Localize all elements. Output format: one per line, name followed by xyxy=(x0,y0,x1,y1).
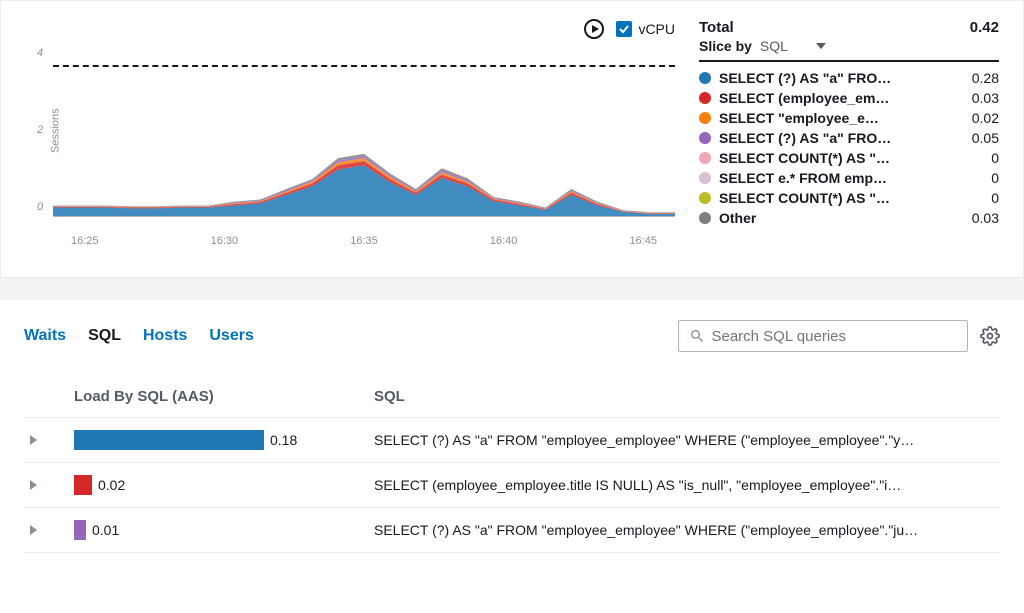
chart-panel: vCPU Sessions 4 2 0 16:25 16:30 16:35 xyxy=(0,0,1024,278)
legend-value: 0 xyxy=(991,150,999,166)
header-load: Load By SQL (AAS) xyxy=(74,388,374,405)
legend-text: SELECT COUNT(*) AS "… xyxy=(719,150,890,166)
legend-value: 0.03 xyxy=(972,210,999,226)
table-header: Load By SQL (AAS) SQL xyxy=(24,376,1000,418)
chart-left: vCPU Sessions 4 2 0 16:25 16:30 16:35 xyxy=(25,19,675,247)
legend-value: 0.28 xyxy=(972,70,999,86)
legend-text: SELECT (employee_em… xyxy=(719,90,889,106)
expand-caret-icon[interactable] xyxy=(30,480,37,490)
sql-cell[interactable]: SELECT (?) AS "a" FROM "employee_employe… xyxy=(374,522,1000,538)
legend-value: 0.03 xyxy=(972,90,999,106)
sql-panel: Waits SQL Hosts Users Load By SQL (AAS) … xyxy=(0,300,1024,573)
legend-item[interactable]: SELECT (?) AS "a" FRO… 0.05 xyxy=(699,130,999,146)
vcpu-label: vCPU xyxy=(638,21,675,37)
legend-text: SELECT e.* FROM emp… xyxy=(719,170,887,186)
legend-dot-icon xyxy=(699,172,711,184)
legend-dot-icon xyxy=(699,212,711,224)
chart-plot xyxy=(53,47,675,217)
load-value: 0.01 xyxy=(92,522,119,538)
legend-item[interactable]: SELECT (?) AS "a" FRO… 0.28 xyxy=(699,70,999,86)
x-ticks: 16:25 16:30 16:35 16:40 16:45 xyxy=(53,235,675,247)
tab-hosts[interactable]: Hosts xyxy=(143,327,187,345)
load-bar xyxy=(74,430,264,450)
total-value: 0.42 xyxy=(970,19,999,36)
sql-cell[interactable]: SELECT (employee_employee.title IS NULL)… xyxy=(374,477,1000,493)
gear-icon[interactable] xyxy=(980,326,1000,346)
sql-cell[interactable]: SELECT (?) AS "a" FROM "employee_employe… xyxy=(374,432,1000,448)
total-label: Total xyxy=(699,19,734,36)
legend-dot-icon xyxy=(699,72,711,84)
vcpu-checkbox[interactable]: vCPU xyxy=(616,21,675,37)
legend-text: Other xyxy=(719,210,756,226)
legend-text: SELECT COUNT(*) AS "… xyxy=(719,190,890,206)
table-row: 0.18 SELECT (?) AS "a" FROM "employee_emp… xyxy=(24,418,1000,463)
legend-dot-icon xyxy=(699,192,711,204)
expand-caret-icon[interactable] xyxy=(30,525,37,535)
legend-dot-icon xyxy=(699,152,711,164)
legend-item[interactable]: SELECT COUNT(*) AS "… 0 xyxy=(699,190,999,206)
tab-waits[interactable]: Waits xyxy=(24,327,66,345)
legend-dot-icon xyxy=(699,92,711,104)
slice-label: Slice by xyxy=(699,38,752,54)
legend-item[interactable]: Other 0.03 xyxy=(699,210,999,226)
legend-dot-icon xyxy=(699,132,711,144)
legend-value: 0.02 xyxy=(972,110,999,126)
tab-users[interactable]: Users xyxy=(209,327,253,345)
checkbox-icon xyxy=(616,21,632,37)
legend-item[interactable]: SELECT "employee_e… 0.02 xyxy=(699,110,999,126)
slice-dropdown[interactable]: SQL xyxy=(760,38,826,54)
load-value: 0.02 xyxy=(98,477,125,493)
load-bar xyxy=(74,520,86,540)
load-value: 0.18 xyxy=(270,432,297,448)
tabs: Waits SQL Hosts Users xyxy=(24,327,254,345)
legend-text: SELECT "employee_e… xyxy=(719,110,879,126)
max-reference-line xyxy=(53,65,675,67)
chevron-down-icon xyxy=(816,43,826,49)
legend-item[interactable]: SELECT e.* FROM emp… 0 xyxy=(699,170,999,186)
tab-sql[interactable]: SQL xyxy=(88,327,121,345)
search-icon xyxy=(689,327,705,345)
expand-caret-icon[interactable] xyxy=(30,435,37,445)
y-ticks: 4 2 0 xyxy=(37,47,43,213)
legend-value: 0.05 xyxy=(972,130,999,146)
legend-value: 0 xyxy=(991,170,999,186)
legend-dot-icon xyxy=(699,112,711,124)
play-icon[interactable] xyxy=(584,19,604,39)
search-input-wrapper[interactable] xyxy=(678,320,968,352)
header-sql: SQL xyxy=(374,388,1000,405)
search-input[interactable] xyxy=(711,328,957,345)
table-row: 0.01 SELECT (?) AS "a" FROM "employee_emp… xyxy=(24,508,1000,553)
legend-item[interactable]: SELECT COUNT(*) AS "… 0 xyxy=(699,150,999,166)
legend-text: SELECT (?) AS "a" FRO… xyxy=(719,70,891,86)
legend-value: 0 xyxy=(991,190,999,206)
legend-item[interactable]: SELECT (employee_em… 0.03 xyxy=(699,90,999,106)
legend-text: SELECT (?) AS "a" FRO… xyxy=(719,130,891,146)
legend-panel: Total 0.42 Slice by SQL SELECT (?) AS "a… xyxy=(699,19,999,247)
load-bar xyxy=(74,475,92,495)
table-row: 0.02 SELECT (employee_employee.title IS N… xyxy=(24,463,1000,508)
